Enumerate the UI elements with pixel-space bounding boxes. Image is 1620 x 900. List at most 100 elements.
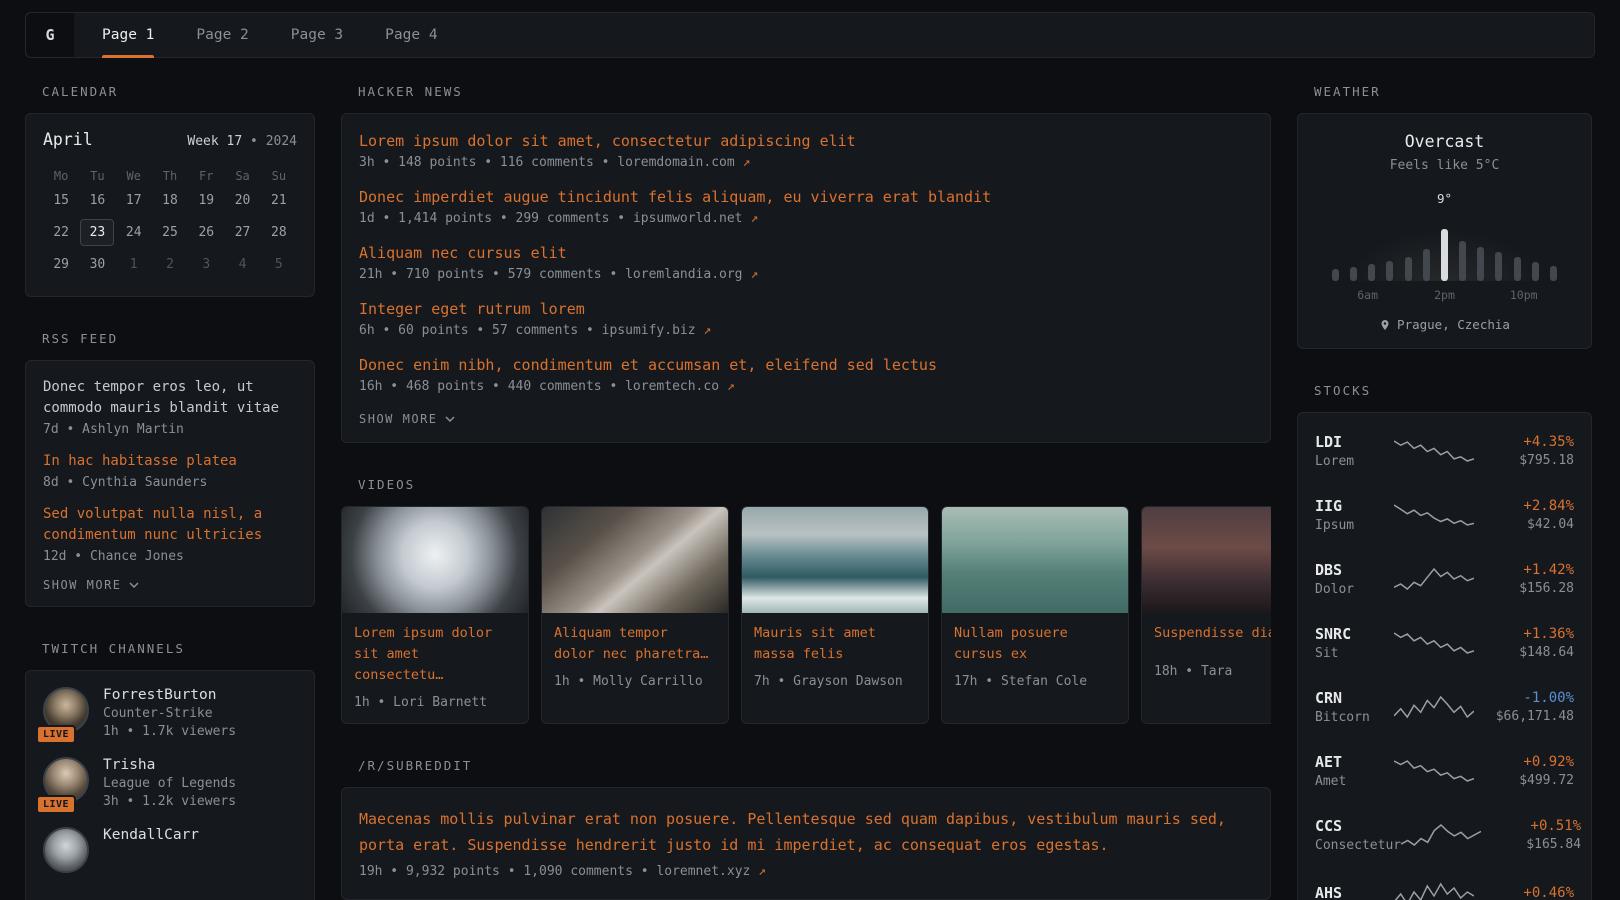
weather-bar xyxy=(1405,257,1412,281)
stock-change: +0.51% xyxy=(1481,818,1581,834)
stock-name: Sit xyxy=(1315,646,1394,661)
weather-time-axis: 6am 2pm 10pm xyxy=(1328,288,1561,303)
weather-bar xyxy=(1477,247,1484,281)
calendar-day: 23 xyxy=(80,219,114,246)
video-card[interactable]: Mauris sit amet massa felis 7h • Grayson… xyxy=(741,506,929,724)
video-title[interactable]: Nullam posuere cursus ex xyxy=(942,613,1128,665)
hacker-news-show-more-button[interactable]: SHOW MORE xyxy=(359,412,1253,426)
rss-item-title[interactable]: In hac habitasse platea xyxy=(43,451,297,472)
calendar-card: April Week 17 • 2024 MoTuWeThFrSaSu 1516… xyxy=(25,113,315,297)
rss-item[interactable]: Sed volutpat nulla nisl, a condimentum n… xyxy=(43,504,297,564)
page-tab[interactable]: Page 4 xyxy=(385,13,437,57)
topbar: G Page 1 Page 2 Page 3 Page 4 xyxy=(25,12,1595,58)
twitch-channel-name[interactable]: KendallCarr xyxy=(103,827,199,843)
rss-item-meta: 12d • Chance Jones xyxy=(43,549,297,564)
hacker-news-item: Donec enim nibh, condimentum et accumsan… xyxy=(359,356,1253,394)
calendar-day: 25 xyxy=(153,219,187,246)
external-link-icon: ↗ xyxy=(750,267,758,282)
stock-price: $499.72 xyxy=(1474,773,1574,788)
stock-name: Dolor xyxy=(1315,582,1394,597)
page-tab-label: Page 2 xyxy=(196,27,248,43)
video-meta: 17h • Stefan Cole xyxy=(942,665,1128,702)
hacker-news-item-title[interactable]: Donec imperdiet augue tincidunt felis al… xyxy=(359,188,1253,206)
twitch-channel-name[interactable]: ForrestBurton xyxy=(103,687,236,703)
stock-ticker: AET xyxy=(1315,753,1394,771)
twitch-channel-info: KendallCarr xyxy=(103,827,199,873)
calendar-header: CALENDAR xyxy=(42,84,315,99)
hacker-news-item-title[interactable]: Lorem ipsum dolor sit amet, consectetur … xyxy=(359,132,1253,150)
rss-item[interactable]: Donec tempor eros leo, ut commodo mauris… xyxy=(43,377,297,437)
stock-row[interactable]: CRN Bitcorn -1.00% $66,171.48 xyxy=(1315,675,1574,739)
stock-row[interactable]: LDI Lorem +4.35% $795.18 xyxy=(1315,419,1574,483)
hacker-news-item-domain[interactable]: loremlandia.org xyxy=(625,267,742,282)
hacker-news-item-domain[interactable]: ipsumworld.net xyxy=(633,211,743,226)
page-tab[interactable]: Page 3 xyxy=(291,13,343,57)
rss-widget: RSS FEED Donec tempor eros leo, ut commo… xyxy=(25,331,315,607)
rss-item-title[interactable]: Sed volutpat nulla nisl, a condimentum n… xyxy=(43,504,297,546)
weather-bar xyxy=(1350,267,1357,281)
twitch-channel[interactable]: LIVE ForrestBurton Counter-Strike 1h • 1… xyxy=(43,687,297,739)
hacker-news-header: HACKER NEWS xyxy=(358,84,1271,99)
video-card[interactable]: Aliquam tempor dolor nec pharetra… 1h • … xyxy=(541,506,729,724)
rss-show-more-button[interactable]: SHOW MORE xyxy=(43,578,297,592)
hacker-news-item-title[interactable]: Aliquam nec cursus elit xyxy=(359,244,1253,262)
subreddit-post-domain[interactable]: loremnet.xyz xyxy=(656,864,750,879)
twitch-channel-viewers: 3h • 1.2k viewers xyxy=(103,794,236,809)
stock-row[interactable]: IIG Ipsum +2.84% $42.04 xyxy=(1315,483,1574,547)
calendar-day: 1 xyxy=(117,251,151,278)
video-meta: 7h • Grayson Dawson xyxy=(742,665,928,702)
page-tab[interactable]: Page 2 xyxy=(196,13,248,57)
hacker-news-item-title[interactable]: Integer eget rutrum lorem xyxy=(359,300,1253,318)
stock-ticker: SNRC xyxy=(1315,625,1394,643)
hacker-news-item-domain[interactable]: loremtech.co xyxy=(625,379,719,394)
twitch-channel[interactable]: KendallCarr xyxy=(43,827,297,873)
rss-list: Donec tempor eros leo, ut commodo mauris… xyxy=(43,377,297,564)
stock-price: $156.28 xyxy=(1474,581,1574,596)
stock-row[interactable]: DBS Dolor +1.42% $156.28 xyxy=(1315,547,1574,611)
stock-row[interactable]: AET Amet +0.92% $499.72 xyxy=(1315,739,1574,803)
stock-values: +0.51% $165.84 xyxy=(1481,818,1581,852)
video-card[interactable]: Nullam posuere cursus ex 17h • Stefan Co… xyxy=(941,506,1129,724)
page-tab-label: Page 1 xyxy=(102,27,154,43)
rss-card: Donec tempor eros leo, ut commodo mauris… xyxy=(25,360,315,607)
stock-price: $148.64 xyxy=(1474,645,1574,660)
video-meta: 1h • Molly Carrillo xyxy=(542,665,728,702)
video-title[interactable]: Aliquam tempor dolor nec pharetra… xyxy=(542,613,728,665)
video-title[interactable]: Lorem ipsum dolor sit amet consectetu… xyxy=(342,613,528,686)
app-logo[interactable]: G xyxy=(26,13,74,57)
calendar-day-header: Tu xyxy=(79,165,115,187)
weather-widget: WEATHER Overcast Feels like 5°C 9° 6am 2… xyxy=(1297,84,1592,349)
stock-sparkline xyxy=(1394,630,1474,656)
stock-values: +1.36% $148.64 xyxy=(1474,626,1574,660)
rss-item[interactable]: In hac habitasse platea 8d • Cynthia Sau… xyxy=(43,451,297,490)
stock-id: AHS xyxy=(1315,884,1394,900)
rss-item-title[interactable]: Donec tempor eros leo, ut commodo mauris… xyxy=(43,377,297,419)
hacker-news-item-domain[interactable]: loremdomain.com xyxy=(617,155,734,170)
video-card[interactable]: Lorem ipsum dolor sit amet consectetu… 1… xyxy=(341,506,529,724)
stock-id: CRN Bitcorn xyxy=(1315,689,1394,725)
subreddit-post-title[interactable]: Maecenas mollis pulvinar erat non posuer… xyxy=(359,806,1253,859)
page-tabs: Page 1 Page 2 Page 3 Page 4 xyxy=(102,13,438,57)
calendar-days: 1516171819202122232425262728293012345 xyxy=(43,187,297,278)
stock-sparkline xyxy=(1394,758,1474,784)
external-link-icon: ↗ xyxy=(703,323,711,338)
weather-bar xyxy=(1459,241,1466,281)
hacker-news-item-title[interactable]: Donec enim nibh, condimentum et accumsan… xyxy=(359,356,1253,374)
stock-row[interactable]: AHS +0.46% xyxy=(1315,867,1574,900)
video-title[interactable]: Suspendisse diam xyxy=(1142,613,1271,655)
weather-location-row: Prague, Czechia xyxy=(1314,317,1575,332)
video-card[interactable]: Suspendisse diam 18h • Tara xyxy=(1141,506,1271,724)
twitch-channel[interactable]: LIVE Trisha League of Legends 3h • 1.2k … xyxy=(43,757,297,809)
weather-condition: Overcast xyxy=(1314,132,1575,151)
twitch-avatar-wrap xyxy=(43,827,89,873)
calendar-day: 26 xyxy=(189,219,223,246)
stock-change: +1.36% xyxy=(1474,626,1574,642)
stock-price: $165.84 xyxy=(1481,837,1581,852)
video-title[interactable]: Mauris sit amet massa felis xyxy=(742,613,928,665)
stock-row[interactable]: SNRC Sit +1.36% $148.64 xyxy=(1315,611,1574,675)
stock-ticker: AHS xyxy=(1315,884,1394,900)
hacker-news-item-domain[interactable]: ipsumify.biz xyxy=(602,323,696,338)
twitch-channel-name[interactable]: Trisha xyxy=(103,757,236,773)
stock-row[interactable]: CCS Consectetur +0.51% $165.84 xyxy=(1315,803,1574,867)
page-tab[interactable]: Page 1 xyxy=(102,13,154,57)
